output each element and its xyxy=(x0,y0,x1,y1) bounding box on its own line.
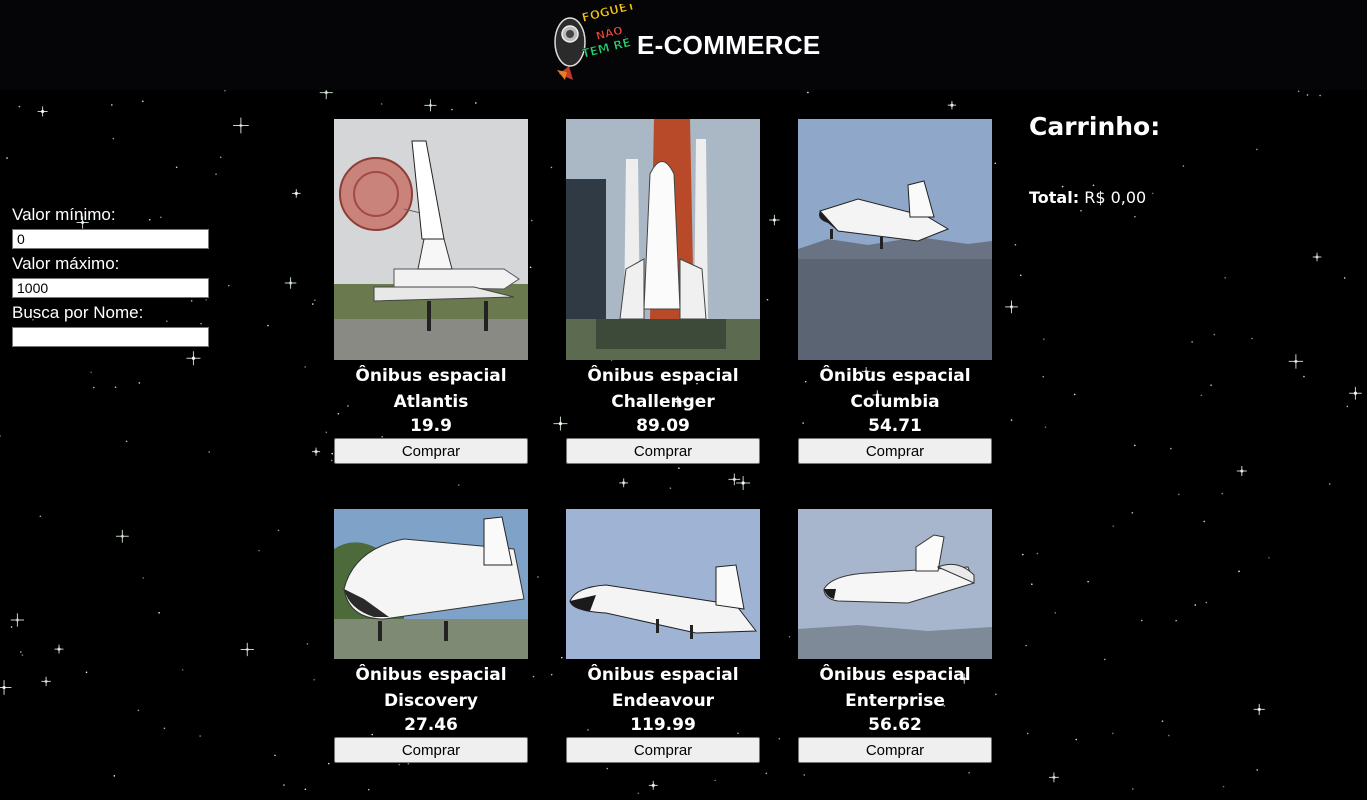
cart-title: Carrinho: xyxy=(1029,112,1161,141)
buy-button-challenger[interactable]: Comprar xyxy=(566,438,760,464)
buy-button-enterprise[interactable]: Comprar xyxy=(798,737,992,763)
name-search-input[interactable] xyxy=(12,327,209,347)
product-card-discovery: Ônibus espacial Discovery 27.46 Comprar xyxy=(334,509,528,763)
product-price: 27.46 xyxy=(404,715,458,735)
logo-text-line1: FOGUETE xyxy=(580,4,635,25)
challenger-image xyxy=(566,119,760,360)
cart-total-value: R$ 0,00 xyxy=(1084,188,1147,207)
product-card-columbia: Ônibus espacial Columbia 54.71 Comprar xyxy=(798,119,992,464)
atlantis-image xyxy=(334,119,528,360)
name-search-label: Busca por Nome: xyxy=(12,303,144,322)
buy-button-discovery[interactable]: Comprar xyxy=(334,737,528,763)
rocket-logo: FOGUETE NÃO TEM RÉ xyxy=(554,4,635,80)
max-value-label: Valor máximo: xyxy=(12,254,120,273)
product-card-atlantis: Ônibus espacial Atlantis 19.9 Comprar xyxy=(334,119,528,464)
product-card-endeavour: Ônibus espacial Endeavour 119.99 Comprar xyxy=(566,509,760,763)
product-card-enterprise: Ônibus espacial Enterprise 56.62 Comprar xyxy=(798,509,992,763)
min-value-label: Valor mínimo: xyxy=(12,205,116,224)
filter-panel: Valor mínimo: Valor máximo: Busca por No… xyxy=(12,205,222,357)
product-name: Ônibus espacial Columbia xyxy=(819,366,971,412)
endeavour-image xyxy=(566,509,760,659)
product-price: 119.99 xyxy=(630,715,696,735)
max-value-input[interactable] xyxy=(12,278,209,298)
product-price: 19.9 xyxy=(410,416,452,436)
columbia-image xyxy=(798,119,992,360)
cart-total-label: Total: xyxy=(1029,188,1080,207)
buy-button-endeavour[interactable]: Comprar xyxy=(566,737,760,763)
product-name: Ônibus espacial Endeavour xyxy=(587,665,739,711)
product-price: 89.09 xyxy=(636,416,690,436)
product-name: Ônibus espacial Discovery xyxy=(355,665,507,711)
product-name: Ônibus espacial Atlantis xyxy=(355,366,507,412)
product-name: Ônibus espacial Challenger xyxy=(587,366,739,412)
site-title: E-COMMERCE xyxy=(637,30,821,60)
buy-button-atlantis[interactable]: Comprar xyxy=(334,438,528,464)
product-name: Ônibus espacial Enterprise xyxy=(819,665,971,711)
product-price: 54.71 xyxy=(868,416,922,436)
enterprise-image xyxy=(798,509,992,659)
cart-panel: Carrinho: Total: R$ 0,00 xyxy=(1029,110,1160,207)
cart-total: Total: R$ 0,00 xyxy=(1029,188,1160,207)
discovery-image xyxy=(334,509,528,659)
product-card-challenger: Ônibus espacial Challenger 89.09 Comprar xyxy=(566,119,760,464)
buy-button-columbia[interactable]: Comprar xyxy=(798,438,992,464)
min-value-input[interactable] xyxy=(12,229,209,249)
header: FOGUETE NÃO TEM RÉ E-COMMERCE xyxy=(0,0,1367,90)
product-price: 56.62 xyxy=(868,715,922,735)
